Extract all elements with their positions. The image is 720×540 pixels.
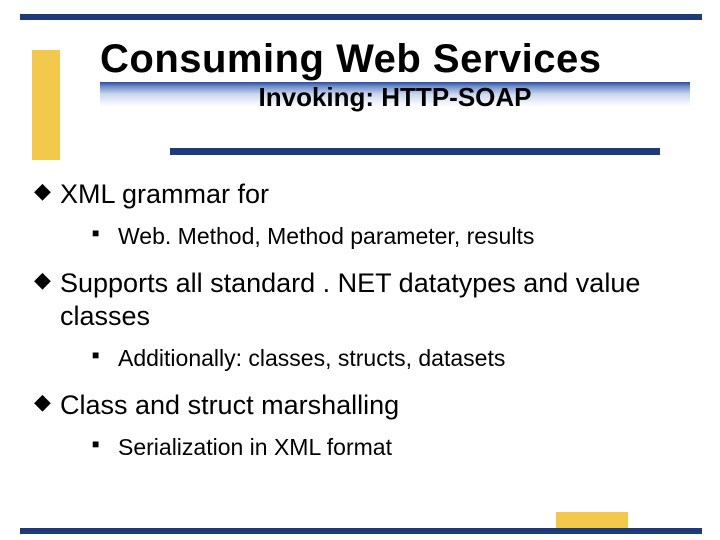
top-rule bbox=[20, 14, 702, 20]
list-item: ◆ Class and struct marshalling bbox=[34, 389, 680, 423]
square-bullet-icon: ■ bbox=[92, 344, 118, 367]
title-block: Consuming Web Services Invoking: HTTP-SO… bbox=[100, 38, 690, 117]
footer-rule bbox=[20, 528, 702, 534]
list-item-text: XML grammar for bbox=[60, 178, 269, 212]
sub-list-item: ■ Serialization in XML format bbox=[92, 433, 680, 462]
sub-list-item-text: Serialization in XML format bbox=[118, 433, 392, 462]
slide-subtitle: Invoking: HTTP-SOAP bbox=[100, 82, 690, 113]
list-item: ◆ Supports all standard . NET datatypes … bbox=[34, 267, 680, 335]
square-bullet-icon: ■ bbox=[92, 222, 118, 245]
content: ◆ XML grammar for ■ Web. Method, Method … bbox=[34, 178, 680, 477]
diamond-bullet-icon: ◆ bbox=[34, 178, 60, 204]
diamond-bullet-icon: ◆ bbox=[34, 389, 60, 415]
sub-list-item: ■ Web. Method, Method parameter, results bbox=[92, 222, 680, 251]
list-item-text: Supports all standard . NET datatypes an… bbox=[60, 267, 680, 335]
list-item: ◆ XML grammar for bbox=[34, 178, 680, 212]
slide-title: Consuming Web Services bbox=[100, 38, 690, 80]
diamond-bullet-icon: ◆ bbox=[34, 267, 60, 293]
sub-list-item-text: Web. Method, Method parameter, results bbox=[118, 222, 534, 251]
mid-rule bbox=[170, 148, 660, 155]
sub-list-item: ■ Additionally: classes, structs, datase… bbox=[92, 344, 680, 373]
side-accent bbox=[32, 50, 60, 160]
slide: Consuming Web Services Invoking: HTTP-SO… bbox=[0, 0, 720, 540]
sub-list-item-text: Additionally: classes, structs, datasets bbox=[118, 344, 505, 373]
list-item-text: Class and struct marshalling bbox=[60, 389, 399, 423]
subtitle-band: Invoking: HTTP-SOAP bbox=[100, 82, 690, 117]
square-bullet-icon: ■ bbox=[92, 433, 118, 456]
